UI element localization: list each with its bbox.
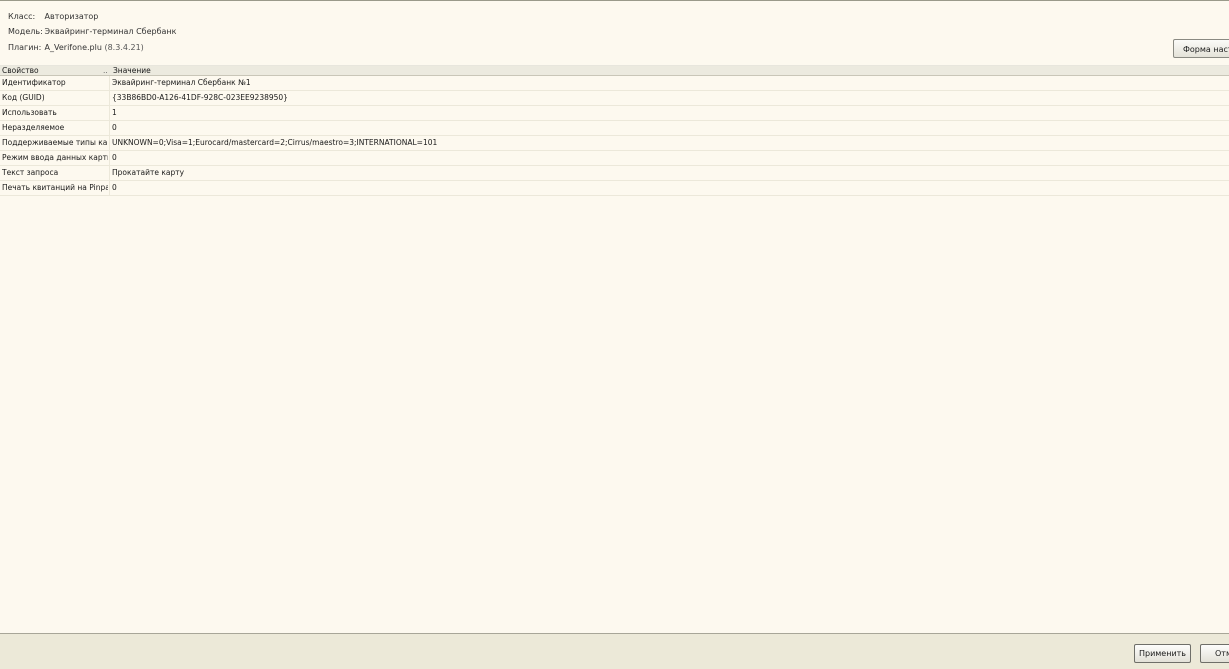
properties-grid: Свойство .. Значение Идентификатор Эквай…: [0, 65, 1229, 196]
property-value[interactable]: 0: [112, 151, 117, 165]
table-row[interactable]: Использовать 1: [0, 106, 1229, 121]
table-row[interactable]: Идентификатор Эквайринг-терминал Сбербан…: [0, 76, 1229, 91]
grid-header: Свойство .. Значение: [0, 65, 1229, 76]
property-value[interactable]: Эквайринг-терминал Сбербанк №1: [112, 76, 251, 90]
settings-form-button[interactable]: Форма настро: [1173, 39, 1229, 58]
property-name: Идентификатор: [2, 78, 66, 87]
plugin-info: Плагин: A_Verifone.plu (8.3.4.21): [8, 42, 144, 54]
property-value[interactable]: Прокатайте карту: [112, 166, 184, 180]
dialog-button-bar: Применить Отм: [0, 633, 1229, 669]
class-label: Класс:: [8, 12, 36, 21]
model-info: Модель: Эквайринг-терминал Сбербанк: [8, 26, 176, 38]
cell-divider: [109, 166, 110, 180]
plugin-value: A_Verifone.plu: [44, 43, 102, 52]
property-name: Неразделяемое: [2, 123, 65, 132]
property-name: Поддерживаемые типы карт: [2, 138, 108, 147]
class-value: Авторизатор: [44, 12, 99, 21]
cell-divider: [109, 136, 110, 150]
table-row[interactable]: Неразделяемое 0: [0, 121, 1229, 136]
property-value[interactable]: {33B86BD0-A126-41DF-928C-023EE9238950}: [112, 91, 288, 105]
header-value[interactable]: Значение: [113, 66, 151, 75]
property-value[interactable]: UNKNOWN=0;Visa=1;Eurocard/mastercard=2;C…: [112, 136, 437, 150]
cell-divider: [109, 76, 110, 90]
table-row[interactable]: Режим ввода данных карты 0: [0, 151, 1229, 166]
model-value: Эквайринг-терминал Сбербанк: [44, 27, 177, 36]
table-row[interactable]: Код (GUID) {33B86BD0-A126-41DF-928C-023E…: [0, 91, 1229, 106]
property-value[interactable]: 1: [112, 106, 117, 120]
cell-divider: [109, 121, 110, 135]
header-property[interactable]: Свойство: [2, 66, 108, 75]
property-name: Текст запроса: [2, 168, 59, 177]
class-info: Класс: Авторизатор: [8, 11, 98, 23]
table-row[interactable]: Поддерживаемые типы карт UNKNOWN=0;Visa=…: [0, 136, 1229, 151]
apply-button[interactable]: Применить: [1134, 644, 1191, 663]
property-name: Печать квитанций на Pinpad: [2, 183, 108, 192]
device-properties-window: Класс: Авторизатор Модель: Эквайринг-тер…: [0, 0, 1229, 669]
property-value[interactable]: 0: [112, 121, 117, 135]
top-border: [0, 0, 1229, 1]
table-row[interactable]: Текст запроса Прокатайте карту: [0, 166, 1229, 181]
table-row[interactable]: Печать квитанций на Pinpad 0: [0, 181, 1229, 196]
cell-divider: [109, 181, 110, 195]
plugin-label: Плагин:: [8, 43, 42, 52]
property-name: Режим ввода данных карты: [2, 153, 108, 162]
property-value[interactable]: 0: [112, 181, 117, 195]
model-label: Модель:: [8, 27, 43, 36]
property-name: Использовать: [2, 108, 57, 117]
cancel-button[interactable]: Отм: [1200, 644, 1229, 663]
cell-divider: [109, 91, 110, 105]
plugin-version: (8.3.4.21): [104, 43, 144, 52]
property-name: Код (GUID): [2, 93, 45, 102]
header-sort-marker: ..: [103, 66, 108, 75]
cell-divider: [109, 151, 110, 165]
cell-divider: [109, 106, 110, 120]
